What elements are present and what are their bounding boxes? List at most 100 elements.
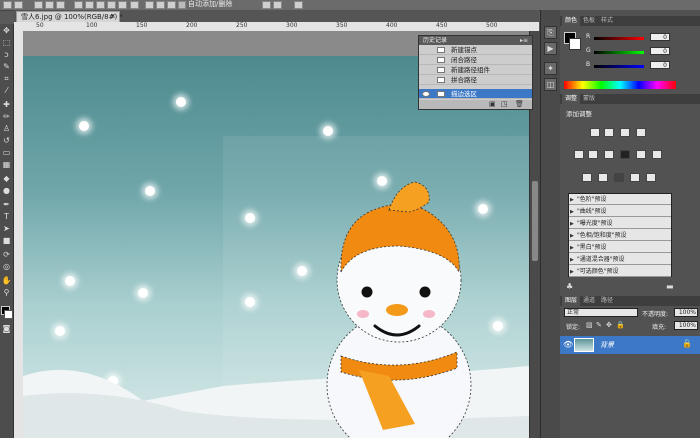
green-value[interactable]: 0 bbox=[650, 47, 670, 55]
exclude-icon[interactable] bbox=[273, 1, 282, 9]
subtract-path-icon[interactable] bbox=[156, 1, 165, 9]
brush-presets-icon[interactable]: ✦ bbox=[544, 62, 557, 75]
gradient-tool-icon[interactable]: ▦ bbox=[1, 160, 12, 170]
dropdown-icon[interactable] bbox=[130, 1, 139, 9]
close-tab-icon[interactable]: × bbox=[110, 12, 116, 20]
history-item-selected[interactable]: 描边选区 bbox=[419, 89, 532, 99]
clone-stamp-tool-icon[interactable]: ♙ bbox=[1, 124, 12, 134]
color-balance-icon[interactable] bbox=[604, 150, 614, 159]
opacity-field[interactable]: 100% bbox=[674, 308, 698, 317]
shape-tool-icon[interactable]: ■ bbox=[1, 236, 12, 246]
polygon-shape-icon[interactable] bbox=[96, 1, 105, 9]
new-snapshot-icon[interactable]: ◳ bbox=[501, 100, 508, 108]
preset-item[interactable]: "色相/饱和度"预设 bbox=[569, 231, 671, 241]
brightness-icon[interactable] bbox=[590, 128, 600, 137]
photo-filter-icon[interactable] bbox=[636, 150, 646, 159]
history-item[interactable]: 新建路径组件 bbox=[419, 65, 532, 75]
tab-styles[interactable]: 样式 bbox=[598, 16, 616, 26]
clip-to-layer-icon[interactable]: ♣ bbox=[566, 282, 573, 291]
preset-item[interactable]: "曲线"预设 bbox=[569, 207, 671, 217]
invert-icon[interactable] bbox=[582, 173, 592, 182]
background-color-swatch[interactable] bbox=[4, 310, 13, 319]
new-document-from-state-icon[interactable]: ▣ bbox=[489, 100, 496, 108]
vibrance-icon[interactable] bbox=[574, 150, 584, 159]
tab-paths[interactable]: 路径 bbox=[598, 296, 616, 306]
align-icon[interactable] bbox=[294, 1, 303, 9]
hand-tool-icon[interactable]: ✋ bbox=[1, 276, 12, 286]
color-spectrum-bar[interactable] bbox=[564, 81, 676, 89]
history-item[interactable]: 拼合路径 bbox=[419, 75, 532, 85]
delete-state-icon[interactable]: 🗑 bbox=[515, 100, 524, 108]
tab-layers[interactable]: 图层 bbox=[562, 296, 581, 306]
tab-channels[interactable]: 通道 bbox=[580, 296, 598, 306]
tab-masks[interactable]: 蒙版 bbox=[580, 94, 598, 104]
freeform-pen-icon[interactable] bbox=[45, 1, 54, 9]
crop-tool-icon[interactable]: ⌗ bbox=[1, 74, 12, 84]
posterize-icon[interactable] bbox=[598, 173, 608, 182]
eraser-tool-icon[interactable]: ▭ bbox=[1, 148, 12, 158]
layer-name[interactable]: 背景 bbox=[600, 340, 614, 350]
actions-icon[interactable]: ▶ bbox=[544, 42, 557, 55]
add-to-path-icon[interactable] bbox=[145, 1, 154, 9]
preset-item[interactable]: "通道混合器"预设 bbox=[569, 255, 671, 265]
ellipse-shape-icon[interactable] bbox=[85, 1, 94, 9]
blue-slider[interactable] bbox=[594, 65, 644, 68]
history-item[interactable]: 闭合路径 bbox=[419, 55, 532, 65]
channel-mixer-icon[interactable] bbox=[652, 150, 662, 159]
dodge-tool-icon[interactable]: ● bbox=[1, 186, 12, 196]
delete-adjustment-icon[interactable]: ▬ bbox=[666, 282, 674, 291]
tool-preset-icon[interactable] bbox=[3, 1, 12, 9]
background-swatch[interactable] bbox=[569, 38, 581, 50]
marquee-tool-icon[interactable]: ⬚ bbox=[1, 38, 12, 48]
selective-color-icon[interactable] bbox=[646, 173, 656, 182]
healing-brush-tool-icon[interactable]: ✚ bbox=[1, 100, 12, 110]
lasso-tool-icon[interactable]: ↄ bbox=[1, 50, 12, 60]
clone-source-icon[interactable]: ◫ bbox=[544, 78, 557, 91]
preset-item[interactable]: "色阶"预设 bbox=[569, 195, 671, 205]
pen-tool-icon[interactable]: ✒ bbox=[1, 200, 12, 210]
combine-icon[interactable] bbox=[262, 1, 271, 9]
scroll-thumb[interactable] bbox=[532, 181, 538, 261]
red-slider[interactable] bbox=[594, 37, 644, 40]
tab-swatches[interactable]: 色板 bbox=[580, 16, 598, 26]
exposure-icon[interactable] bbox=[636, 128, 646, 137]
quick-select-tool-icon[interactable]: ✎ bbox=[1, 62, 12, 72]
line-shape-icon[interactable] bbox=[107, 1, 116, 9]
history-brush-tool-icon[interactable]: ↺ bbox=[1, 136, 12, 146]
zoom-tool-icon[interactable]: ⚲ bbox=[1, 288, 12, 298]
path-select-tool-icon[interactable]: ➤ bbox=[1, 224, 12, 234]
red-value[interactable]: 0 bbox=[650, 33, 670, 41]
tab-adjustments[interactable]: 调整 bbox=[562, 94, 581, 104]
history-icon[interactable]: ⎘ bbox=[544, 26, 557, 39]
fill-field[interactable]: 100% bbox=[674, 321, 698, 330]
move-tool-icon[interactable]: ✥ bbox=[1, 26, 12, 36]
preset-item[interactable]: "黑白"预设 bbox=[569, 243, 671, 253]
brush-tool-icon[interactable]: ✏ bbox=[1, 112, 12, 122]
3d-rotate-tool-icon[interactable]: ⟳ bbox=[1, 250, 12, 260]
hue-saturation-icon[interactable] bbox=[588, 150, 598, 159]
eye-visibility-icon[interactable]: 👁 bbox=[563, 340, 573, 349]
curves-icon[interactable] bbox=[620, 128, 630, 137]
lock-pixels-icon[interactable]: ✎ bbox=[596, 321, 602, 329]
history-item[interactable]: 新建锚点 bbox=[419, 45, 532, 55]
rectangle-shape-icon[interactable] bbox=[56, 1, 65, 9]
pen-mode-icon[interactable] bbox=[34, 1, 43, 9]
custom-shape-icon[interactable] bbox=[118, 1, 127, 9]
lock-transparent-icon[interactable]: ▨ bbox=[586, 321, 593, 329]
3d-camera-tool-icon[interactable]: ◎ bbox=[1, 262, 12, 272]
threshold-icon[interactable] bbox=[614, 173, 624, 182]
preset-item[interactable]: "曝光度"预设 bbox=[569, 219, 671, 229]
gradient-map-icon[interactable] bbox=[630, 173, 640, 182]
lock-position-icon[interactable]: ✥ bbox=[606, 321, 612, 329]
document-tab[interactable]: 雪人6.jpg @ 100%(RGB/8#) * bbox=[16, 11, 123, 22]
blur-tool-icon[interactable]: ◆ bbox=[1, 174, 12, 184]
blue-value[interactable]: 0 bbox=[650, 61, 670, 69]
intersect-path-icon[interactable] bbox=[167, 1, 176, 9]
panel-menu-icon[interactable]: ▸≡ bbox=[520, 36, 528, 45]
preset-item[interactable]: "可选颜色"预设 bbox=[569, 267, 671, 277]
type-tool-icon[interactable]: T bbox=[1, 212, 12, 222]
tab-color[interactable]: 颜色 bbox=[562, 16, 581, 26]
path-mode-icon[interactable] bbox=[14, 1, 23, 9]
green-slider[interactable] bbox=[594, 51, 644, 54]
blend-mode-select[interactable]: 正常 bbox=[564, 308, 638, 317]
